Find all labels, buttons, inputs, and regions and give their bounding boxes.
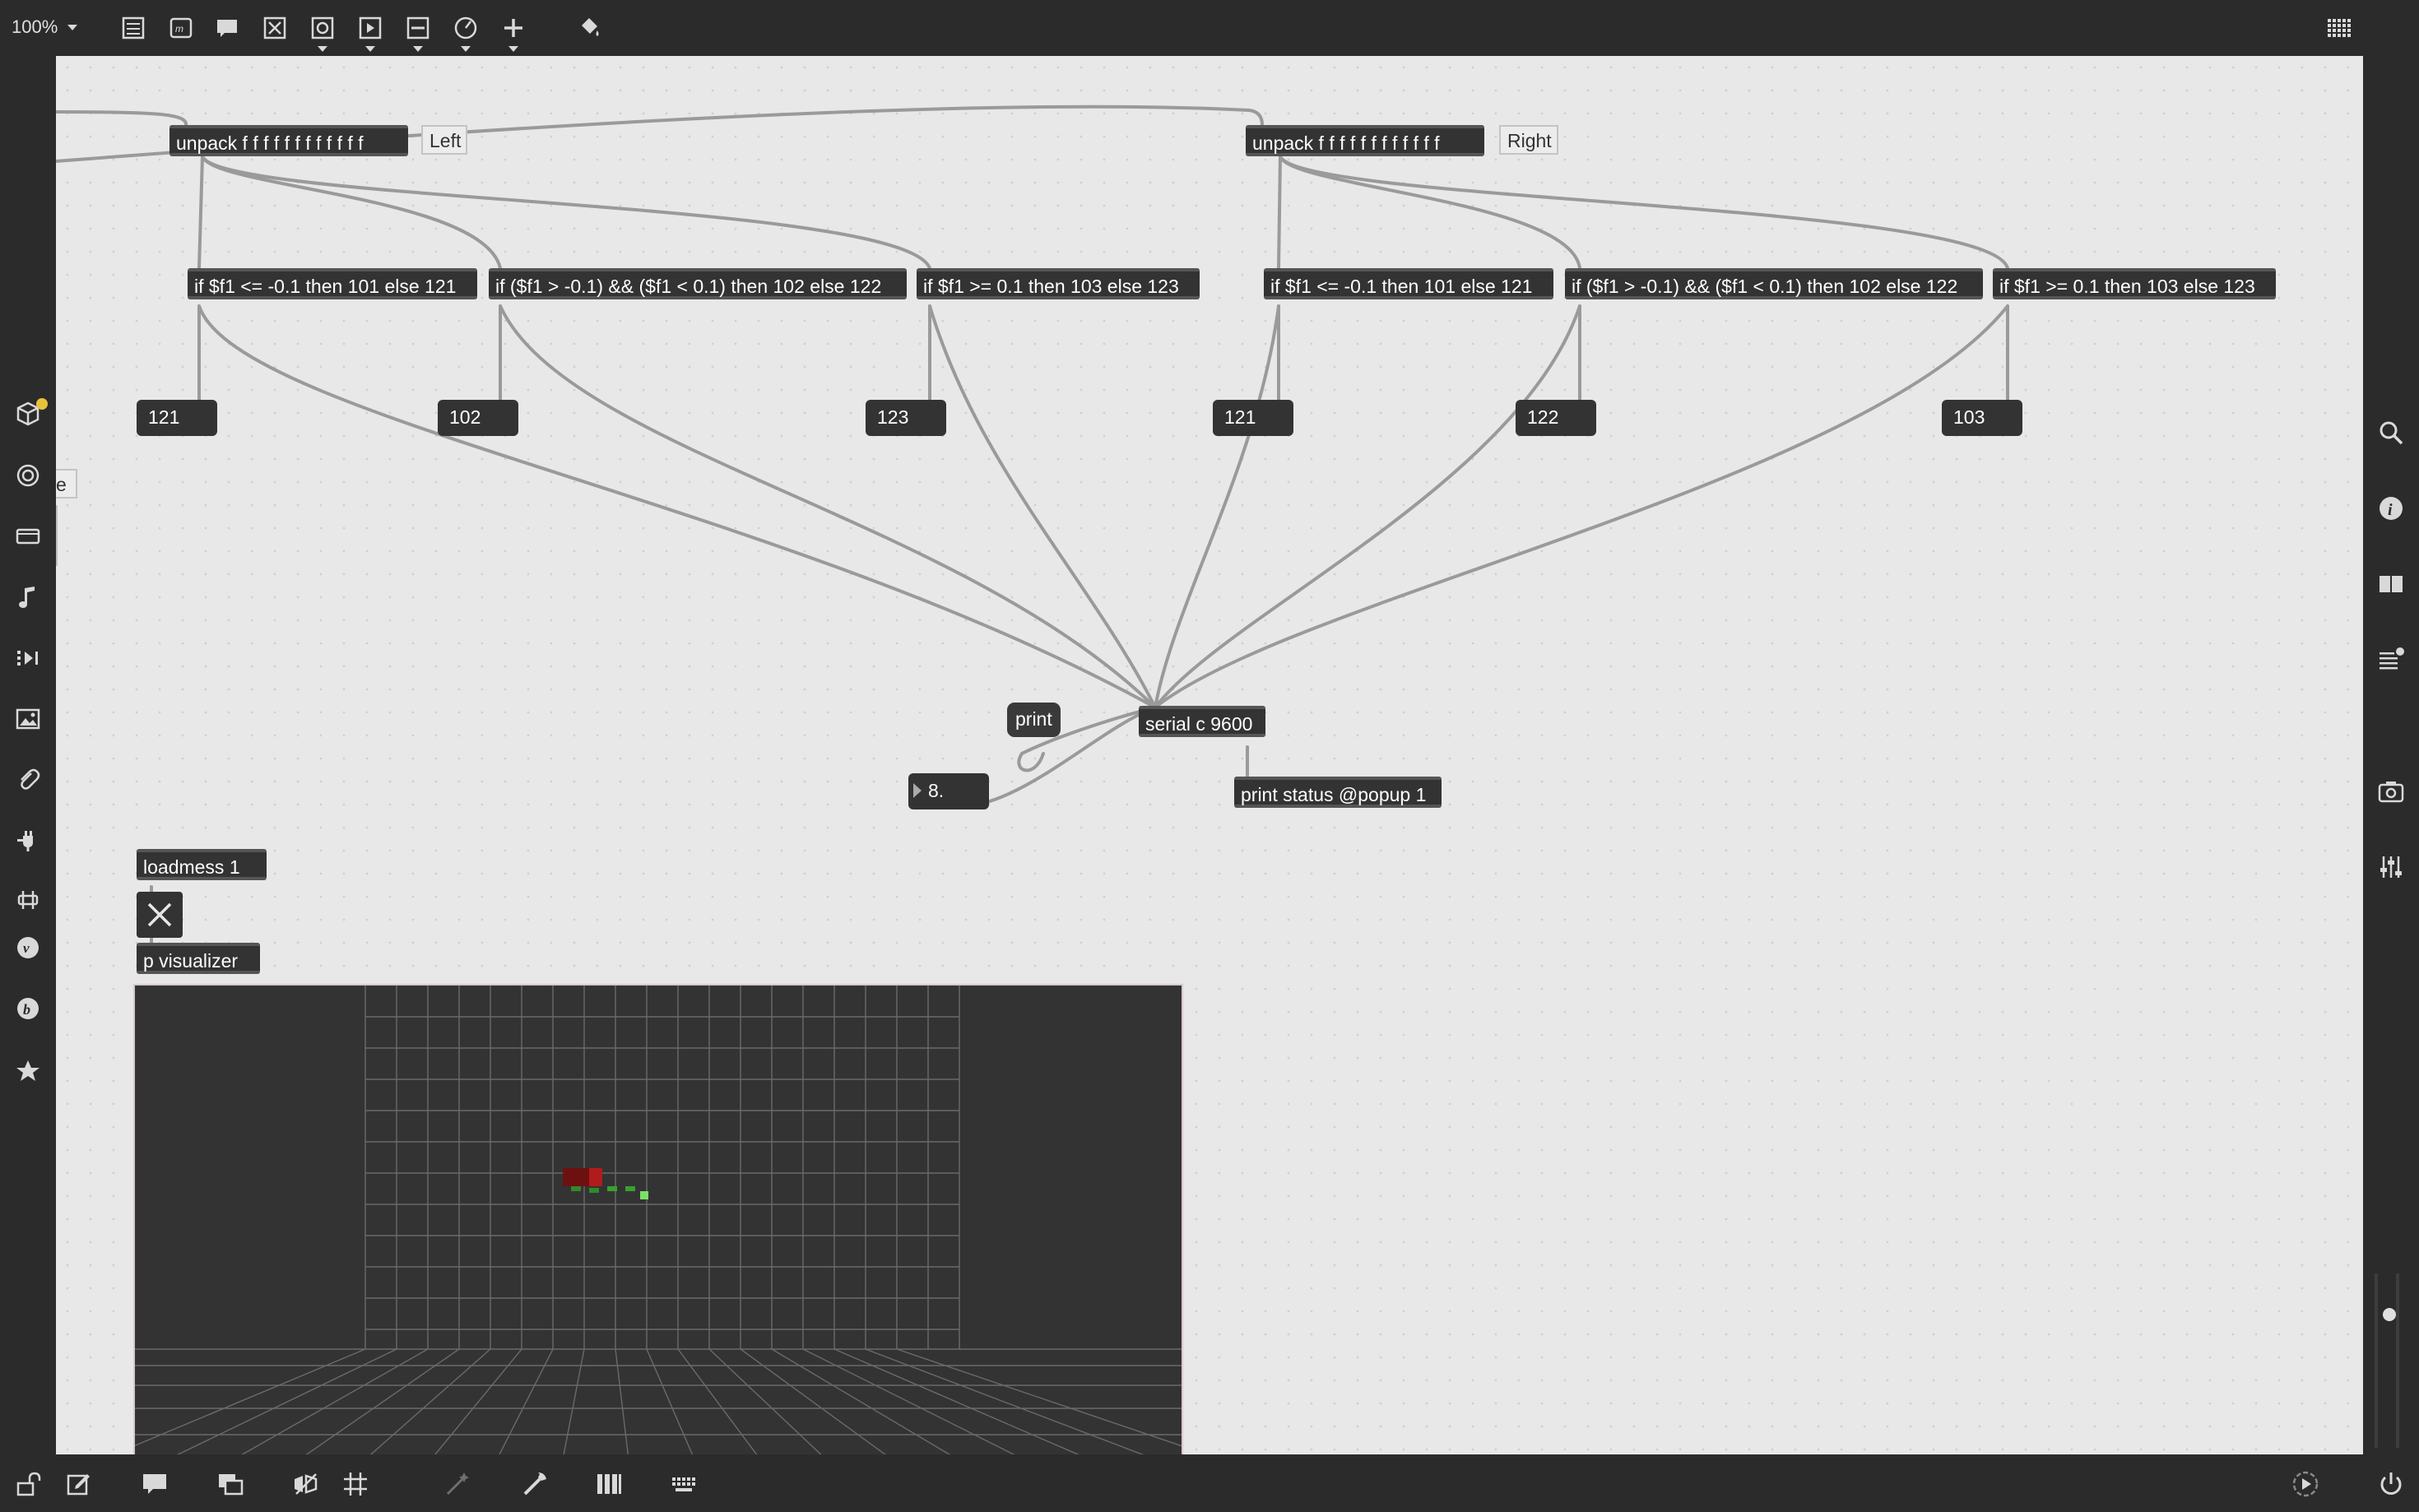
number-box[interactable]: 102 bbox=[438, 400, 518, 436]
play-dropdown-icon[interactable] bbox=[365, 46, 375, 52]
plug-icon[interactable] bbox=[12, 824, 44, 857]
comment-left: Left bbox=[421, 125, 467, 155]
sliders-icon[interactable] bbox=[2375, 851, 2407, 884]
print-message[interactable]: print bbox=[1007, 703, 1061, 737]
notification-dot bbox=[36, 398, 48, 410]
slider-icon[interactable] bbox=[402, 12, 434, 44]
toggle-x-icon bbox=[147, 902, 172, 927]
paperclip-icon[interactable] bbox=[12, 763, 44, 796]
if-mid-right[interactable]: if ($f1 > -0.1) && ($f1 < 0.1) then 102 … bbox=[1565, 268, 1983, 299]
loadmess-object[interactable]: loadmess 1 bbox=[137, 849, 267, 880]
message-box-icon[interactable]: m bbox=[165, 12, 197, 44]
toggle-x-icon[interactable] bbox=[258, 12, 291, 44]
float-number-box[interactable]: 8. bbox=[908, 773, 989, 809]
if-high-left[interactable]: if $f1 >= 0.1 then 103 else 123 bbox=[917, 268, 1200, 299]
top-toolbar: 100% m bbox=[0, 0, 2419, 56]
toggle-button[interactable] bbox=[137, 892, 183, 938]
partial-object-edge bbox=[56, 505, 58, 566]
p-visualizer-object[interactable]: p visualizer bbox=[137, 943, 260, 974]
hide-icon[interactable] bbox=[288, 1466, 324, 1502]
dial-dropdown-icon[interactable] bbox=[461, 46, 471, 52]
volume-knob[interactable] bbox=[2383, 1308, 2396, 1321]
left-sidebar bbox=[0, 56, 56, 1454]
level-meter-left bbox=[2375, 1273, 2378, 1448]
if-mid-left[interactable]: if ($f1 > -0.1) && ($f1 < 0.1) then 102 … bbox=[489, 268, 907, 299]
visualizer-scene bbox=[112, 986, 1209, 1454]
print-status-object[interactable]: print status @popup 1 bbox=[1234, 777, 1442, 808]
svg-text:m: m bbox=[175, 23, 183, 35]
play-icon[interactable] bbox=[2287, 1466, 2324, 1502]
number-box[interactable]: 122 bbox=[1516, 400, 1596, 436]
number-box[interactable]: 103 bbox=[1942, 400, 2022, 436]
slider-dropdown-icon[interactable] bbox=[413, 46, 423, 52]
sequence-icon[interactable] bbox=[12, 642, 44, 675]
music-note-icon[interactable] bbox=[12, 581, 44, 614]
windows-icon[interactable] bbox=[212, 1466, 248, 1502]
list-icon[interactable] bbox=[2375, 643, 2407, 676]
keyboard-icon[interactable] bbox=[666, 1466, 703, 1502]
comment-icon[interactable] bbox=[137, 1466, 173, 1502]
plus-dropdown-icon[interactable] bbox=[508, 46, 518, 52]
if-low-left[interactable]: if $f1 <= -0.1 then 101 else 121 bbox=[188, 268, 477, 299]
mixer-icon[interactable] bbox=[12, 884, 44, 916]
paint-bucket-icon[interactable] bbox=[573, 12, 606, 44]
patcher-canvas[interactable]: unpack f f f f f f f f f f f f Left unpa… bbox=[56, 56, 2363, 1454]
record-icon[interactable] bbox=[12, 459, 44, 492]
unpack-object-right[interactable]: unpack f f f f f f f f f f f f bbox=[1246, 125, 1484, 156]
lock-icon[interactable] bbox=[10, 1466, 46, 1502]
piano-icon[interactable] bbox=[591, 1466, 627, 1502]
zoom-level[interactable]: 100% bbox=[12, 16, 58, 38]
comment-icon[interactable] bbox=[211, 12, 244, 44]
grid-icon[interactable] bbox=[2322, 12, 2355, 44]
presentation-icon[interactable] bbox=[117, 12, 150, 44]
svg-text:i: i bbox=[2388, 501, 2393, 519]
image-icon[interactable] bbox=[12, 703, 44, 735]
serial-object[interactable]: serial c 9600 bbox=[1139, 706, 1265, 737]
edit-icon[interactable] bbox=[61, 1466, 97, 1502]
dial-icon[interactable] bbox=[449, 12, 482, 44]
info-icon[interactable]: i bbox=[2375, 492, 2407, 525]
wrench-icon[interactable] bbox=[517, 1466, 553, 1502]
right-sidebar bbox=[2363, 56, 2419, 1454]
number-box[interactable]: 123 bbox=[866, 400, 946, 436]
zoom-dropdown-icon[interactable] bbox=[67, 25, 77, 30]
grid-icon[interactable] bbox=[337, 1466, 374, 1502]
number-box[interactable]: 121 bbox=[137, 400, 217, 436]
jit-pwindow[interactable] bbox=[112, 984, 1209, 1454]
play-icon[interactable] bbox=[354, 12, 387, 44]
wand-icon[interactable] bbox=[439, 1466, 476, 1502]
if-high-right[interactable]: if $f1 >= 0.1 then 103 else 123 bbox=[1993, 268, 2276, 299]
search-icon[interactable] bbox=[2375, 416, 2407, 449]
v-icon[interactable]: v bbox=[12, 931, 44, 964]
if-low-right[interactable]: if $f1 <= -0.1 then 101 else 121 bbox=[1264, 268, 1553, 299]
comment-right: Right bbox=[1499, 125, 1558, 155]
number-box[interactable]: 121 bbox=[1213, 400, 1293, 436]
level-meter-right bbox=[2396, 1273, 2399, 1448]
camera-icon[interactable] bbox=[2375, 775, 2407, 808]
triangle-indicator-icon bbox=[913, 783, 922, 798]
svg-text:b: b bbox=[23, 1001, 30, 1018]
power-icon[interactable] bbox=[2373, 1466, 2409, 1502]
b-icon[interactable]: b bbox=[12, 992, 44, 1025]
star-icon[interactable] bbox=[12, 1055, 44, 1088]
plus-icon[interactable] bbox=[497, 12, 530, 44]
button-dropdown-icon[interactable] bbox=[318, 46, 327, 52]
button-icon[interactable] bbox=[306, 12, 339, 44]
media-icon[interactable] bbox=[12, 520, 44, 553]
partial-comment: e bbox=[56, 469, 77, 499]
book-icon[interactable] bbox=[2375, 568, 2407, 601]
float-value: 8. bbox=[928, 780, 945, 801]
unpack-object-left[interactable]: unpack f f f f f f f f f f f f bbox=[169, 125, 408, 156]
svg-text:v: v bbox=[23, 940, 30, 956]
